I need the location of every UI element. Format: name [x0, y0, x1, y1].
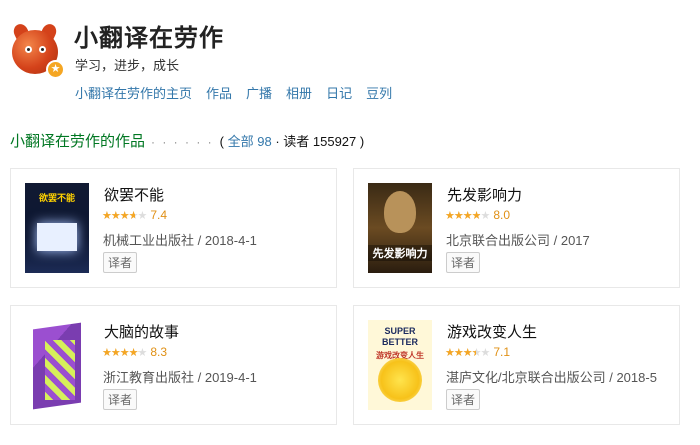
cover-sun	[378, 358, 422, 402]
cover-text: 先发影响力	[368, 245, 432, 261]
meta-separator: ·	[271, 134, 284, 149]
role-tag: 译者	[103, 389, 138, 410]
section-title: 小翻译在劳作的作品	[10, 133, 146, 150]
book-publisher: 北京联合出版公司 / 2017	[446, 233, 590, 248]
nav-diary-link[interactable]: 日记	[326, 83, 352, 102]
cover-pattern	[45, 340, 75, 400]
book-cover[interactable]: SUPER BETTER 游戏改变人生	[368, 320, 432, 410]
book-cover[interactable]: 欲罢不能	[25, 183, 89, 273]
book-title-link[interactable]: 游戏改变人生	[447, 321, 537, 342]
cover-text: 欲罢不能	[38, 193, 75, 203]
cover-portrait	[384, 191, 416, 233]
nav-album-link[interactable]: 相册	[286, 83, 312, 102]
rating-score: 7.4	[150, 208, 167, 222]
role-tag: 译者	[446, 389, 481, 410]
rating-stars: ★★★★★★★★★★	[102, 346, 147, 359]
nav-home-link[interactable]: 小翻译在劳作的主页	[75, 83, 192, 102]
profile-motto: 学习，进步，成长	[75, 58, 180, 73]
meta-close-paren: )	[356, 134, 365, 149]
rating-stars: ★★★★★★★★★★	[445, 209, 490, 222]
works-section-header: 小翻译在劳作的作品 · · · · · · ( 全部 98 · 读者 15592…	[10, 130, 364, 151]
book-card[interactable]: SUPER BETTER 游戏改变人生 游戏改变人生 ★★★★★★★★★★ 7.…	[353, 305, 680, 425]
profile-name: 小翻译在劳作	[74, 25, 224, 52]
nav-doulist-link[interactable]: 豆列	[366, 83, 392, 102]
rating-stars: ★★★★★★★★★★	[445, 346, 490, 359]
book-rating: ★★★★★★★★★★ 8.0	[445, 208, 510, 222]
avatar-eye-right	[39, 46, 46, 53]
book-title-link[interactable]: 大脑的故事	[104, 321, 179, 342]
avatar[interactable]: ★	[10, 21, 65, 79]
star-icon: ★	[46, 60, 65, 79]
rating-score: 8.3	[150, 345, 167, 359]
rating-score: 8.0	[493, 208, 510, 222]
book-title-link[interactable]: 先发影响力	[447, 184, 522, 205]
book-title-link[interactable]: 欲罢不能	[104, 184, 164, 205]
meta-open-paren: (	[219, 134, 228, 149]
nav-broadcast-link[interactable]: 广播	[246, 83, 272, 102]
book-card[interactable]: 欲罢不能 欲罢不能 ★★★★★★★★★★ 7.4 机械工业出版社 / 2018-…	[10, 168, 337, 288]
book-publisher: 浙江教育出版社 / 2019-4-1	[103, 370, 257, 385]
role-tag: 译者	[446, 252, 481, 273]
nav-works-link[interactable]: 作品	[206, 83, 232, 102]
all-works-link[interactable]: 全部 98	[228, 134, 272, 149]
cover-glow	[37, 223, 77, 251]
role-tag: 译者	[103, 252, 138, 273]
book-publisher: 机械工业出版社 / 2018-4-1	[103, 233, 257, 248]
book-card[interactable]: 大脑的故事 ★★★★★★★★★★ 8.3 浙江教育出版社 / 2019-4-1 …	[10, 305, 337, 425]
book-cover[interactable]: 先发影响力	[368, 183, 432, 273]
book-cover[interactable]	[25, 320, 89, 410]
section-meta: ( 全部 98 · 读者 155927 )	[220, 131, 365, 150]
book-rating: ★★★★★★★★★★ 8.3	[102, 345, 167, 359]
book-rating: ★★★★★★★★★★ 7.1	[445, 345, 510, 359]
book-card[interactable]: 先发影响力 先发影响力 ★★★★★★★★★★ 8.0 北京联合出版公司 / 20…	[353, 168, 680, 288]
cover-text: SUPER BETTER	[382, 326, 418, 347]
readers-count: 读者 155927	[283, 134, 357, 149]
book-publisher: 湛庐文化/北京联合出版公司 / 2018-5	[446, 370, 657, 385]
avatar-eye-left	[25, 46, 32, 53]
rating-score: 7.1	[493, 345, 510, 359]
book-rating: ★★★★★★★★★★ 7.4	[102, 208, 167, 222]
profile-nav: 小翻译在劳作的主页 作品 广播 相册 日记 豆列	[75, 83, 392, 102]
section-dots: · · · · · ·	[151, 135, 214, 149]
rating-stars: ★★★★★★★★★★	[102, 209, 147, 222]
